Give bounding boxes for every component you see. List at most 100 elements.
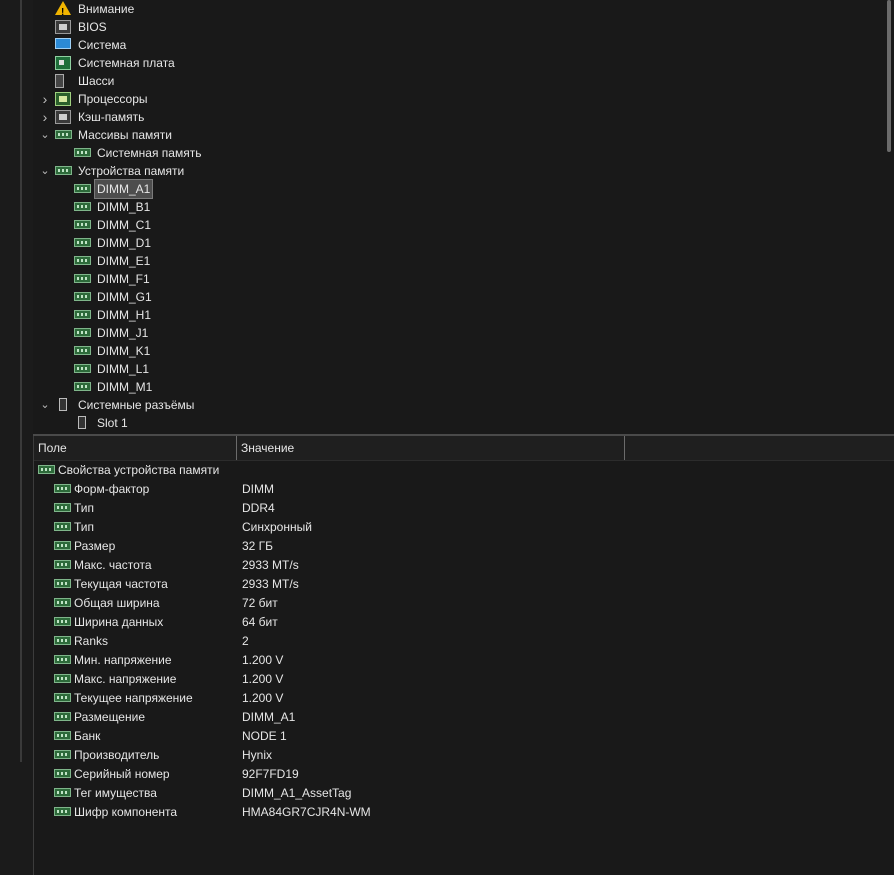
property-row[interactable]: Размер 32 ГБ — [54, 537, 874, 556]
memory-module-icon — [54, 598, 71, 607]
tree-item-label: Slot 1 — [97, 416, 128, 430]
memory-module-icon — [74, 238, 91, 247]
property-row[interactable]: Макс. частота 2933 MT/s — [54, 556, 874, 575]
cache-chip-icon — [55, 110, 71, 124]
property-value: 64 бит — [242, 615, 278, 629]
tree-item-label: DIMM_G1 — [97, 290, 152, 304]
memory-module-icon — [54, 617, 71, 626]
property-row[interactable]: Мин. напряжение 1.200 V — [54, 651, 874, 670]
property-row[interactable]: Общая ширина 72 бит — [54, 594, 874, 613]
property-name: Текущая частота — [74, 577, 168, 591]
tree-item[interactable]: ⌄ Массивы памяти — [33, 126, 873, 144]
tree-item[interactable]: DIMM_K1 — [33, 342, 873, 360]
tree-item-label: DIMM_A1 — [93, 179, 154, 199]
property-row[interactable]: Тип DDR4 — [54, 499, 874, 518]
expand-chevron-icon[interactable]: › — [39, 90, 51, 108]
memory-module-icon — [74, 220, 91, 229]
property-value: DIMM_A1_AssetTag — [242, 786, 352, 800]
property-row[interactable]: Банк NODE 1 — [54, 727, 874, 746]
slot-icon — [78, 416, 86, 429]
column-header-value[interactable]: Значение — [237, 436, 621, 460]
property-row[interactable]: Текущая частота 2933 MT/s — [54, 575, 874, 594]
property-row[interactable]: Форм-фактор DIMM — [54, 480, 874, 499]
grid-header: Поле Значение — [34, 436, 894, 461]
left-pane-divider — [20, 0, 22, 762]
tree-item[interactable]: Внимание — [33, 0, 873, 22]
memory-devices-icon — [55, 166, 72, 175]
memory-module-icon — [54, 560, 71, 569]
tree-item-label: Кэш-память — [78, 110, 145, 124]
property-row[interactable]: Размещение DIMM_A1 — [54, 708, 874, 727]
memory-module-icon — [38, 465, 55, 474]
memory-module-icon — [54, 750, 71, 759]
tree-item[interactable]: BIOS — [33, 18, 873, 36]
tree-item[interactable]: DIMM_J1 — [33, 324, 873, 342]
tree-item[interactable]: › Процессоры — [33, 90, 873, 108]
tree-item-label: Внимание — [78, 2, 135, 16]
property-value: Синхронный — [242, 520, 312, 534]
tree-item[interactable]: DIMM_M1 — [33, 378, 873, 396]
device-tree[interactable]: Внимание BIOS Система Системная плата Шасси ›… — [33, 0, 894, 434]
memory-module-icon — [54, 674, 71, 683]
tree-item[interactable]: DIMM_E1 — [33, 252, 873, 270]
tree-item[interactable]: DIMM_H1 — [33, 306, 873, 324]
property-row[interactable]: Тег имущества DIMM_A1_AssetTag — [54, 784, 874, 803]
property-row[interactable]: Текущее напряжение 1.200 V — [54, 689, 874, 708]
tree-item[interactable]: DIMM_G1 — [33, 288, 873, 306]
property-value: 1.200 V — [242, 691, 284, 705]
tree-item[interactable]: DIMM_F1 — [33, 270, 873, 288]
tree-item[interactable]: ⌄ Системные разъёмы — [33, 396, 873, 414]
tree-item[interactable]: Системная плата — [33, 54, 873, 72]
tree-item[interactable]: › Кэш-память — [33, 108, 873, 126]
memory-module-icon — [54, 807, 71, 816]
left-pane-strip — [0, 0, 33, 875]
property-value: DDR4 — [242, 501, 275, 515]
property-name: Производитель — [74, 748, 160, 762]
property-name: Ranks — [74, 634, 109, 648]
property-row[interactable]: Ширина данных 64 бит — [54, 613, 874, 632]
tree-item[interactable]: Шасси — [33, 72, 873, 90]
tree-item[interactable]: Система — [33, 36, 873, 54]
tree-item-label: Массивы памяти — [78, 128, 172, 142]
property-row[interactable]: Шифр компонента HMA84GR7CJR4N-WM — [54, 803, 874, 822]
tree-item[interactable]: ⌄ Устройства памяти — [33, 162, 873, 180]
property-row[interactable]: Ranks 2 — [54, 632, 874, 651]
tree-item[interactable]: Системная память — [33, 144, 873, 162]
tree-item[interactable]: DIMM_D1 — [33, 234, 873, 252]
property-value: 1.200 V — [242, 653, 284, 667]
tree-item[interactable]: DIMM_A1 — [33, 179, 873, 199]
column-separator[interactable] — [624, 436, 625, 460]
property-row[interactable]: Производитель Hynix — [54, 746, 874, 765]
property-group-label: Свойства устройства памяти — [58, 463, 220, 477]
property-value: DIMM_A1 — [242, 710, 296, 724]
tree-item[interactable]: DIMM_L1 — [33, 360, 873, 378]
memory-module-icon — [54, 541, 71, 550]
expand-chevron-icon[interactable]: › — [39, 108, 51, 126]
tree-item[interactable]: DIMM_B1 — [33, 198, 873, 216]
property-row[interactable]: Макс. напряжение 1.200 V — [54, 670, 874, 689]
memory-module-icon — [54, 579, 71, 588]
cpu-icon — [55, 92, 71, 106]
property-row[interactable]: Серийный номер 92F7FD19 — [54, 765, 874, 784]
column-header-field[interactable]: Поле — [34, 436, 236, 460]
property-row[interactable]: Тип Синхронный — [54, 518, 874, 537]
property-value: Hynix — [242, 748, 273, 762]
property-value: DIMM — [242, 482, 274, 496]
memory-module-icon — [74, 184, 91, 193]
memory-module-icon — [54, 503, 71, 512]
tree-scrollbar[interactable] — [887, 0, 891, 152]
collapse-chevron-icon[interactable]: ⌄ — [39, 126, 51, 144]
tree-item-label: DIMM_H1 — [97, 308, 152, 322]
collapse-chevron-icon[interactable]: ⌄ — [39, 162, 51, 180]
tree-item-label: BIOS — [78, 20, 107, 34]
memory-module-icon — [74, 346, 91, 355]
tree-item[interactable]: DIMM_C1 — [33, 216, 873, 234]
tree-item-label: DIMM_E1 — [97, 254, 151, 268]
property-value: 32 ГБ — [242, 539, 274, 553]
tree-item-label: DIMM_L1 — [97, 362, 150, 376]
tree-item[interactable]: Slot 1 — [33, 414, 873, 432]
memory-module-icon — [74, 328, 91, 337]
memory-module-icon — [54, 731, 71, 740]
collapse-chevron-icon[interactable]: ⌄ — [39, 396, 51, 414]
property-name: Размер — [74, 539, 116, 553]
